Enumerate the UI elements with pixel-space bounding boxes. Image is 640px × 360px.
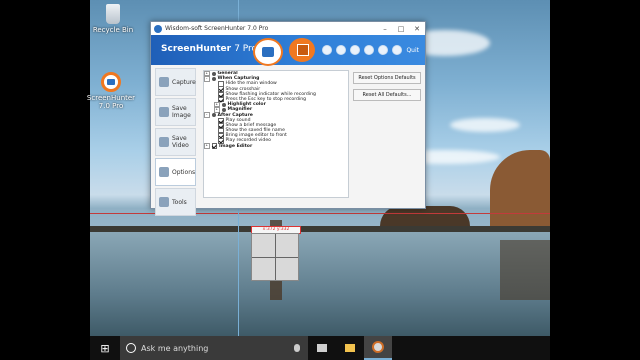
toolbar: Quit: [322, 45, 419, 55]
video-icon: [159, 137, 169, 147]
info-icon[interactable]: [392, 45, 403, 55]
file-explorer-taskbar-button[interactable]: [336, 336, 364, 360]
expand-icon[interactable]: +: [204, 143, 210, 149]
tools-icon: [159, 197, 169, 207]
task-view-button[interactable]: [308, 336, 336, 360]
desktop-icon-label: ScreenHunter 7.0 Pro: [86, 94, 136, 110]
edit-icon[interactable]: [336, 45, 347, 55]
gear-icon: [221, 107, 226, 112]
gear-icon: [211, 71, 216, 76]
desktop-icon-label: Recycle Bin: [92, 26, 134, 34]
user-icon[interactable]: [364, 45, 375, 55]
image-icon: [159, 107, 169, 117]
microphone-icon[interactable]: [294, 344, 300, 352]
rock-reflection: [500, 240, 550, 300]
checkbox[interactable]: [211, 143, 217, 149]
gear-icon: [159, 167, 169, 177]
options-tree: + General - When Capturing Hide the main w…: [203, 70, 349, 198]
tree-group[interactable]: + Image Editor: [204, 143, 348, 149]
sea-stack-rock: [490, 150, 550, 226]
magnifier: x:372 y:332: [251, 226, 301, 282]
title-bar[interactable]: Wisdom-soft ScreenHunter 7.0 Pro – □ ✕: [151, 22, 425, 35]
sidebar-item-tools[interactable]: Tools: [155, 188, 196, 216]
folder-icon: [345, 344, 355, 352]
tidal-flat: [90, 232, 550, 336]
recycle-bin-icon: [106, 4, 120, 24]
reset-all-defaults-button[interactable]: Reset All Defaults...: [353, 89, 421, 101]
cloud: [450, 118, 520, 132]
app-icon: [154, 24, 162, 33]
task-view-icon: [317, 344, 327, 352]
capture-camera-button[interactable]: [253, 38, 283, 66]
gear-icon: [211, 76, 216, 81]
reset-options-defaults-button[interactable]: Reset Options Defaults: [353, 72, 421, 84]
sidebar-item-label: Tools: [172, 198, 187, 206]
sidebar-item-capture[interactable]: Capture: [155, 68, 196, 96]
minimize-button[interactable]: –: [377, 25, 393, 33]
sidebar-item-label: Save Image: [172, 105, 191, 119]
capture-mode-button[interactable]: [289, 38, 315, 62]
checkbox[interactable]: [218, 96, 224, 103]
cortana-icon: [126, 343, 136, 353]
quit-button[interactable]: Quit: [406, 47, 419, 54]
search-placeholder: Ask me anything: [141, 343, 209, 353]
desktop-icon-recycle-bin[interactable]: Recycle Bin: [88, 4, 138, 34]
app-banner: ScreenHunter 7 Pro Quit: [151, 35, 425, 66]
windows-logo-icon: ⊞: [100, 341, 110, 355]
sidebar-item-save-video[interactable]: Save Video: [155, 128, 196, 156]
sidebar-item-label: Capture: [172, 78, 196, 86]
capture-icon: [159, 77, 169, 87]
gear-icon: [221, 102, 226, 107]
island-rock: [380, 206, 470, 228]
tree-label: Image Editor: [219, 143, 253, 149]
record-icon[interactable]: [322, 45, 333, 55]
grid-icon[interactable]: [350, 45, 361, 55]
collapse-icon[interactable]: -: [204, 112, 210, 118]
checkbox[interactable]: [218, 138, 224, 144]
screen: Recycle Bin ScreenHunter 7.0 Pro Wisdom-…: [0, 0, 640, 360]
sidebar: Capture Save Image Save Video Options To…: [155, 68, 196, 218]
brand-text: ScreenHunter: [161, 44, 232, 54]
window-title: Wisdom-soft ScreenHunter 7.0 Pro: [165, 25, 269, 32]
desktop-icon-screenhunter[interactable]: ScreenHunter 7.0 Pro: [86, 72, 136, 110]
screenhunter-icon: [372, 341, 384, 353]
start-button[interactable]: ⊞: [90, 336, 120, 360]
screenhunter-icon: [101, 72, 121, 92]
sidebar-item-label: Save Video: [172, 135, 189, 149]
brand-name: ScreenHunter 7 Pro: [161, 44, 257, 54]
sidebar-item-save-image[interactable]: Save Image: [155, 98, 196, 126]
sidebar-item-label: Options: [172, 168, 196, 176]
screenhunter-taskbar-button[interactable]: [364, 336, 392, 360]
close-button[interactable]: ✕: [409, 25, 425, 33]
globe-icon[interactable]: [378, 45, 389, 55]
sidebar-item-options[interactable]: Options: [155, 158, 196, 186]
screenhunter-window: Wisdom-soft ScreenHunter 7.0 Pro – □ ✕ S…: [150, 21, 426, 216]
gear-icon: [211, 113, 216, 118]
taskbar: ⊞ Ask me anything: [90, 336, 550, 360]
magnifier-grid: [251, 233, 299, 281]
collapse-icon[interactable]: -: [204, 76, 210, 82]
cortana-search-box[interactable]: Ask me anything: [120, 336, 308, 360]
maximize-button[interactable]: □: [393, 25, 409, 33]
